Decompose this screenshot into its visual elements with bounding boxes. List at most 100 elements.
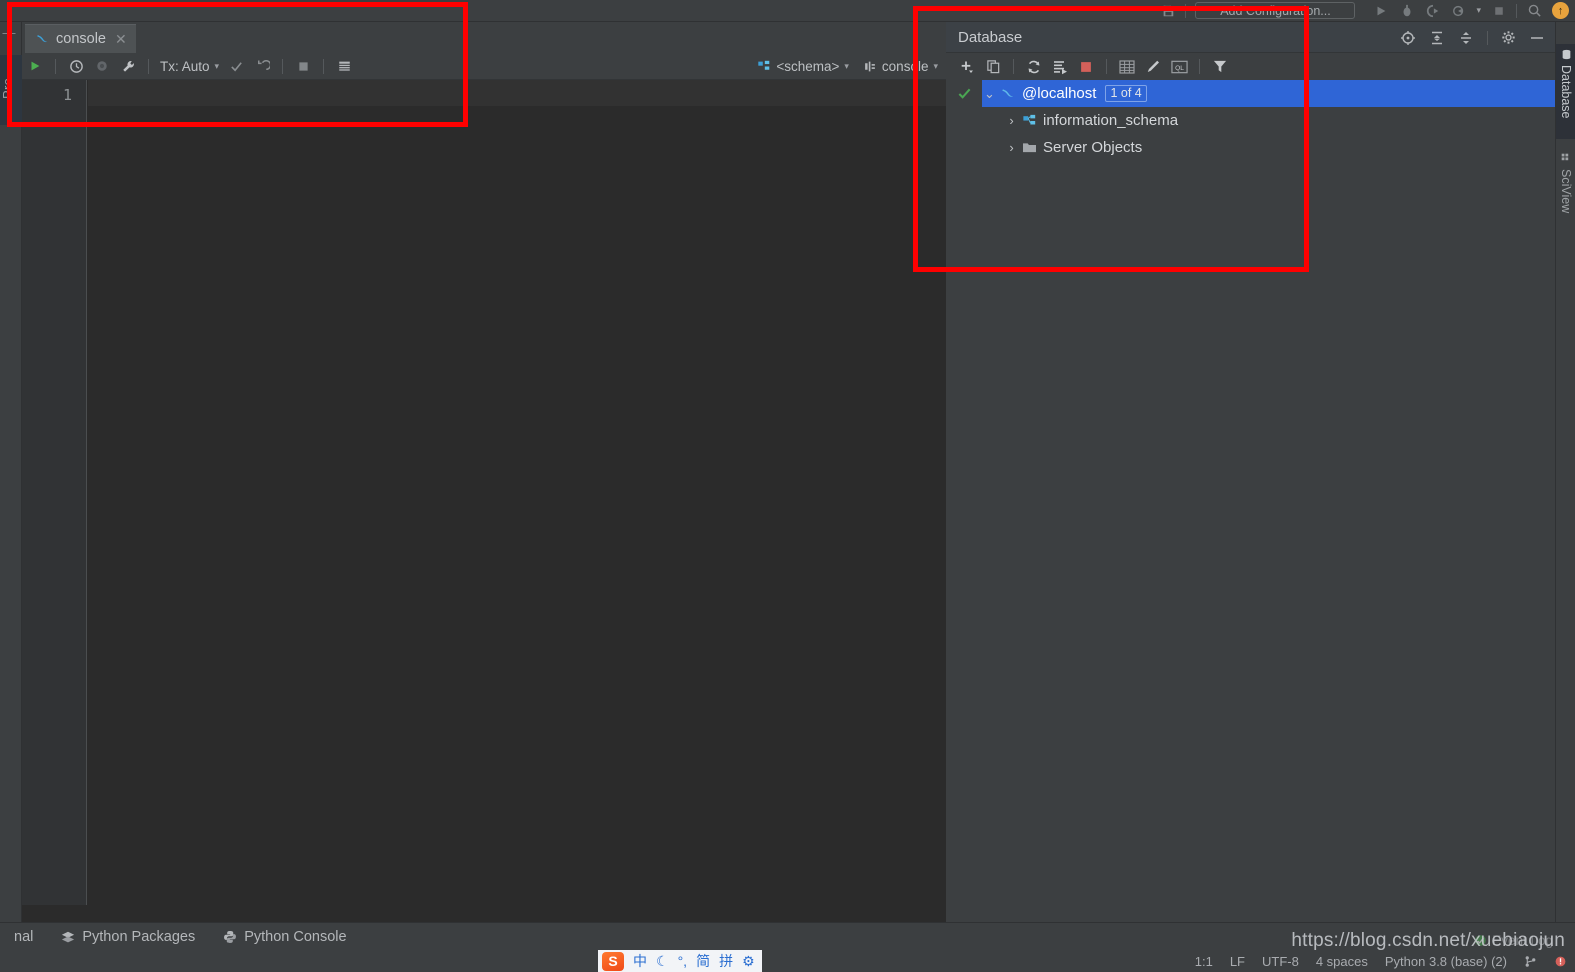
pin-icon[interactable]: [89, 54, 115, 78]
profile-icon[interactable]: [1450, 2, 1467, 19]
run-icon[interactable]: [1372, 2, 1389, 19]
chevron-right-icon[interactable]: ›: [1004, 113, 1019, 128]
schema-icon: [757, 60, 771, 73]
session-selector-label: console: [881, 59, 929, 74]
sidebar-item-project[interactable]: Pro: [0, 55, 22, 125]
chevron-down-icon: ▾: [933, 61, 938, 71]
tree-item-information-schema[interactable]: › information_schema: [946, 107, 1555, 134]
add-icon[interactable]: [954, 55, 980, 79]
stop-icon[interactable]: [1073, 55, 1099, 79]
chevron-down-icon: ▾: [844, 61, 849, 71]
profile-dropdown-caret[interactable]: ▾: [1476, 5, 1481, 16]
sidebar-item-sciview[interactable]: SciView: [1556, 148, 1575, 228]
table-editor-icon[interactable]: [1114, 55, 1140, 79]
ime-simplified-icon[interactable]: 简: [696, 951, 710, 971]
bottom-item-python-console[interactable]: Python Console: [209, 929, 360, 945]
mysql-dolphin-icon: [1000, 86, 1016, 101]
mysql-dolphin-icon: [35, 32, 50, 46]
tree-item-label: Server Objects: [1043, 139, 1143, 156]
session-selector[interactable]: console ▾: [863, 59, 938, 74]
chevron-down-icon[interactable]: ⌄: [982, 86, 997, 102]
ime-punctuation-icon[interactable]: °,: [678, 953, 688, 969]
session-icon: [863, 60, 877, 73]
status-bar-right: 1:1 LF UTF-8 4 spaces Python 3.8 (base) …: [1195, 950, 1567, 972]
debug-icon[interactable]: [1398, 2, 1415, 19]
notification-icon[interactable]: [1554, 955, 1567, 968]
console-editor[interactable]: [22, 80, 946, 905]
refresh-icon[interactable]: [1021, 55, 1047, 79]
database-header-actions: [1400, 22, 1545, 53]
run-configuration-selector[interactable]: Add Configuration...: [1195, 2, 1356, 19]
bottom-item-python-packages[interactable]: Python Packages: [47, 929, 209, 945]
toolbar-divider-4: [148, 58, 149, 74]
duplicate-icon[interactable]: [980, 55, 1006, 79]
update-badge-icon[interactable]: ↑: [1552, 2, 1569, 19]
collapse-sidebar-button[interactable]: —: [2, 26, 16, 40]
run-coverage-icon[interactable]: [1424, 2, 1441, 19]
packages-icon: [61, 930, 75, 944]
sidebar-item-database[interactable]: Database: [1556, 44, 1575, 139]
caret-position[interactable]: 1:1: [1195, 954, 1213, 969]
encoding[interactable]: UTF-8: [1262, 954, 1299, 969]
rollback-icon: [249, 54, 275, 78]
python-packages-label: Python Packages: [82, 928, 196, 945]
ime-toolbar[interactable]: S 中 ☾ °, 简 拼 ⚙: [598, 950, 762, 972]
history-icon[interactable]: [63, 54, 89, 78]
interpreter-selector[interactable]: Python 3.8 (base) (2): [1385, 954, 1507, 969]
status-bar: 1:1 LF UTF-8 4 spaces Python 3.8 (base) …: [0, 950, 1575, 972]
bottom-item-terminal[interactable]: nal: [0, 929, 47, 945]
run-toolbar-group: Add Configuration... ▾ ↑: [1159, 2, 1575, 19]
schema-icon: [1022, 114, 1037, 128]
run-toolbar: Add Configuration... ▾ ↑: [0, 0, 1575, 22]
toolbar-divider-5: [282, 58, 284, 74]
db-toolbar-divider-1: [1013, 59, 1014, 74]
sync-script-icon[interactable]: [1047, 55, 1073, 79]
database-panel-header: Database: [946, 22, 1555, 53]
chevron-right-icon[interactable]: ›: [1004, 140, 1019, 155]
sidebar-item-label: Database: [1559, 65, 1573, 119]
grid-icon: [1561, 153, 1572, 164]
database-toolbar: QL: [946, 53, 1555, 80]
ql-console-icon[interactable]: QL: [1166, 55, 1192, 79]
ime-settings-icon[interactable]: ⚙: [742, 953, 755, 970]
wrench-icon[interactable]: [115, 54, 141, 78]
sogou-logo-icon: S: [602, 951, 624, 971]
line-separator[interactable]: LF: [1230, 954, 1245, 969]
stop-icon[interactable]: [1490, 2, 1507, 19]
expand-all-icon[interactable]: [1429, 30, 1445, 46]
execute-icon[interactable]: [22, 54, 48, 78]
table-icon[interactable]: [331, 54, 357, 78]
modify-icon[interactable]: [1140, 55, 1166, 79]
save-all-icon[interactable]: [1159, 2, 1176, 19]
tree-item-localhost[interactable]: ⌄ @localhost 1 of 4: [946, 80, 1555, 107]
header-divider: [1487, 30, 1488, 45]
minimize-icon[interactable]: [1529, 30, 1545, 46]
ime-mode-chinese[interactable]: 中: [633, 951, 647, 971]
commit-icon: [223, 54, 249, 78]
tab-console[interactable]: console ✕: [25, 24, 136, 53]
database-tree[interactable]: ⌄ @localhost 1 of 4 › information_schema…: [946, 80, 1555, 922]
filter-icon[interactable]: [1207, 55, 1233, 79]
tab-console-label: console: [56, 31, 106, 47]
chevron-down-icon: ▾: [214, 60, 220, 71]
close-icon[interactable]: ✕: [115, 31, 127, 48]
search-icon[interactable]: [1526, 2, 1543, 19]
db-toolbar-divider-3: [1199, 59, 1200, 74]
right-tool-rail: Database SciView: [1555, 22, 1575, 922]
tree-item-label: information_schema: [1043, 112, 1179, 129]
transaction-mode-selector[interactable]: Tx: Auto ▾: [156, 59, 223, 74]
branch-icon[interactable]: [1524, 955, 1537, 968]
left-tool-rail: [0, 22, 22, 922]
collapse-all-icon[interactable]: [1458, 30, 1474, 46]
indent-setting[interactable]: 4 spaces: [1316, 954, 1368, 969]
ime-pinyin-icon[interactable]: 拼: [719, 951, 733, 971]
locate-icon[interactable]: [1400, 30, 1416, 46]
toolbar-divider-2: [1516, 3, 1517, 18]
python-icon: [223, 930, 237, 944]
db-toolbar-divider-2: [1106, 59, 1107, 74]
gear-icon[interactable]: [1501, 30, 1516, 45]
page-title: Database: [958, 28, 1023, 46]
tree-item-server-objects[interactable]: › Server Objects: [946, 134, 1555, 161]
schema-selector[interactable]: <schema> ▾: [757, 59, 849, 74]
ime-moon-icon[interactable]: ☾: [656, 953, 669, 970]
